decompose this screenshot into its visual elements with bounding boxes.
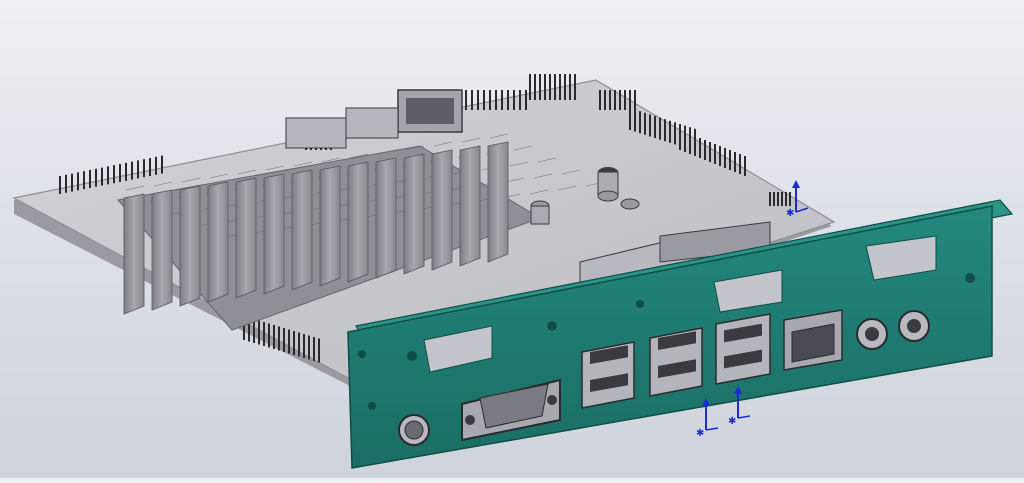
usb-port-pair-3[interactable] [715, 313, 771, 385]
heatsink-fin [207, 181, 229, 303]
heatsink-fin [151, 189, 173, 311]
heatsink-fin [347, 161, 369, 283]
heatsink-fin [319, 165, 341, 287]
heatsink-fin [375, 157, 397, 279]
motherboard-3d-model[interactable]: ✱ ✱ ✱ [0, 0, 1024, 478]
svg-text:✱: ✱ [728, 416, 736, 427]
cad-viewport[interactable]: ✱ ✱ ✱ [0, 0, 1024, 478]
heatsink-fin [123, 193, 145, 315]
heatsink-fin [263, 173, 285, 295]
heatsink-fin [291, 169, 313, 291]
usb-port-pair-2[interactable] [649, 327, 703, 397]
heatsink-fin [459, 145, 481, 267]
heatsink-fin [235, 177, 257, 299]
audio-jack-1[interactable] [856, 318, 888, 350]
ps2-port[interactable] [398, 414, 430, 446]
audio-jack-2[interactable] [898, 310, 930, 342]
heatsink-fin [487, 141, 509, 263]
heatsink-fin [179, 185, 201, 307]
usb-port-pair-1[interactable] [581, 341, 635, 409]
heatsink-fin [431, 149, 453, 271]
ethernet-port[interactable] [783, 309, 843, 371]
svg-text:✱: ✱ [696, 428, 704, 439]
svg-text:✱: ✱ [786, 208, 794, 219]
heatsink-fin [403, 153, 425, 275]
